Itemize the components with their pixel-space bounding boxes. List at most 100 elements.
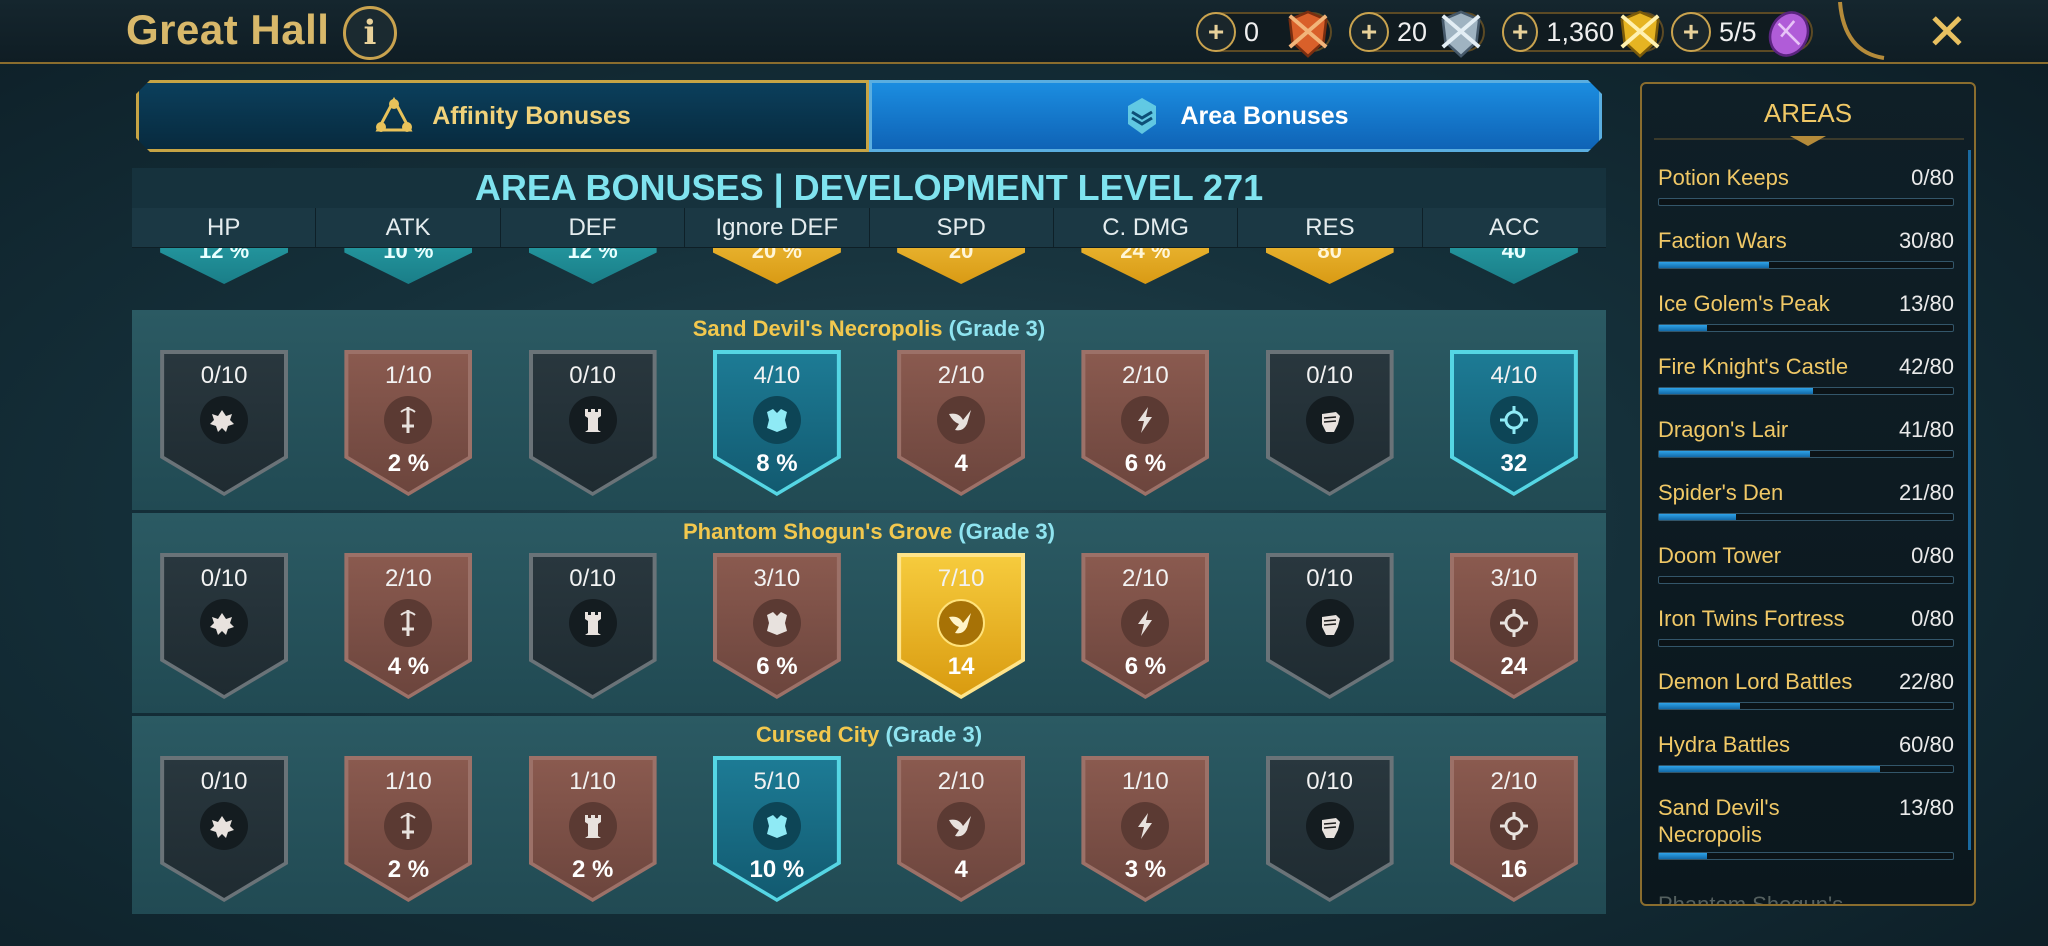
areas-panel: AREAS Potion Keeps 0/80 Faction Wars 30/80 I…: [1640, 82, 1976, 906]
area-list-item[interactable]: Potion Keeps 0/80: [1658, 164, 1954, 227]
page-title: Great Hall: [126, 6, 330, 53]
area-progress-bar: [1658, 387, 1954, 395]
bonus-level: 4/10: [753, 362, 801, 389]
area-list-item[interactable]: Spider's Den 21/80: [1658, 479, 1954, 542]
bonus-value: 16: [1500, 856, 1528, 883]
bonus-shield-button[interactable]: 0/10: [160, 553, 289, 699]
add-silver-shields-button[interactable]: +: [1349, 12, 1389, 52]
area-stack-icon: [1122, 96, 1162, 136]
bonus-shield-button[interactable]: 2/10 4 %: [344, 553, 473, 699]
bonus-shield-button[interactable]: 2/10 4: [897, 756, 1026, 902]
resource-orange-shields: + 0: [1196, 10, 1332, 58]
area-list-item[interactable]: Fire Knight's Castle 42/80: [1658, 353, 1954, 416]
section-title: Phantom Shogun's Grove (Grade 3): [132, 519, 1606, 545]
stat-column-headers: HP ATK DEF Ignore DEF SPD C. DMG RES ACC: [132, 208, 1606, 248]
area-list-item[interactable]: Iron Twins Fortress 0/80: [1658, 605, 1954, 668]
add-gold-shields-button[interactable]: +: [1502, 12, 1539, 52]
bonus-icon-badge: [568, 396, 617, 444]
bonus-shield-button[interactable]: 2/10 6 %: [1081, 553, 1210, 699]
bonus-cell: 0/10: [1238, 553, 1422, 703]
total-bonus-badge: 80: [1265, 248, 1394, 284]
bonus-shield-button[interactable]: 0/10: [1265, 756, 1394, 902]
spd-bird-icon: [949, 613, 972, 634]
bonus-icon-badge: [384, 396, 433, 444]
area-list-progress: 0/80: [1911, 606, 1954, 631]
bonus-level: 0/10: [569, 565, 616, 592]
bonus-shield-button[interactable]: 0/10: [160, 350, 289, 496]
bonus-shield-button[interactable]: 1/10 2 %: [344, 756, 473, 902]
bonus-cell: 2/10 4: [869, 350, 1053, 500]
column-header-res: RES: [1238, 208, 1423, 247]
bonus-cell: 0/10: [501, 553, 685, 703]
bonus-shield-button[interactable]: 2/10 4: [897, 350, 1026, 496]
total-bonus-row: 12 % 10 % 12 % 20 % 20 24 % 80 40: [132, 248, 1606, 288]
bonus-shield-button[interactable]: 1/10 2 %: [528, 756, 657, 902]
area-section-sand-devils-necropolis: Sand Devil's Necropolis (Grade 3) 0/10 1/…: [132, 310, 1606, 510]
bonus-shield-button[interactable]: 1/10 3 %: [1081, 756, 1210, 902]
bonus-cell: 4/10 8 %: [685, 350, 869, 500]
spd-bird-icon: [949, 816, 972, 837]
ignore-def-armor-icon: [766, 815, 787, 838]
bonus-level: 2/10: [937, 362, 985, 389]
bonus-cell: 0/10: [132, 553, 316, 703]
bonus-icon-badge: [1489, 396, 1538, 444]
total-bonus-badge: 40: [1449, 248, 1578, 284]
add-gems-button[interactable]: +: [1671, 12, 1711, 52]
bonus-value: 4: [954, 856, 968, 883]
bonus-icon-badge: [752, 396, 801, 444]
area-list-item[interactable]: Faction Wars 30/80: [1658, 227, 1954, 290]
bonus-icon-badge: [937, 396, 986, 444]
bonus-shield-button[interactable]: 0/10: [1265, 350, 1394, 496]
def-tower-icon: [584, 612, 601, 635]
area-list-progress: 13/80: [1898, 795, 1954, 820]
orange-shield-icon: [1288, 10, 1328, 58]
tab-affinity-bonuses[interactable]: Affinity Bonuses: [136, 80, 869, 152]
area-section-phantom-shoguns-grove: Phantom Shogun's Grove (Grade 3) 0/10 2/1…: [132, 513, 1606, 713]
area-progress-bar: [1658, 639, 1954, 647]
bonus-cell: 1/10 2 %: [316, 756, 500, 906]
bonus-shield-button[interactable]: 4/10 8 %: [712, 350, 841, 496]
area-list-item[interactable]: Demon Lord Battles 22/80: [1658, 668, 1954, 731]
total-bonus-badge: 12 %: [528, 248, 657, 284]
area-list-item[interactable]: Doom Tower 0/80: [1658, 542, 1954, 605]
bonus-shield-button[interactable]: 1/10 2 %: [344, 350, 473, 496]
bonus-icon-badge: [1489, 599, 1538, 647]
bonus-shield-button[interactable]: 4/10 32: [1449, 350, 1578, 496]
bonus-shield-button[interactable]: 2/10 16: [1449, 756, 1578, 902]
bonus-shield-button[interactable]: 5/10 10 %: [712, 756, 841, 902]
area-list-item[interactable]: Hydra Battles 60/80: [1658, 731, 1954, 794]
area-list-name: Doom Tower: [1658, 543, 1782, 568]
column-header-cdmg: C. DMG: [1054, 208, 1239, 247]
bonus-shield-button[interactable]: 3/10 24: [1449, 553, 1578, 699]
bonus-shield-button[interactable]: 0/10: [1265, 553, 1394, 699]
tab-area-bonuses[interactable]: Area Bonuses: [869, 80, 1602, 152]
info-icon[interactable]: i: [343, 6, 397, 60]
area-progress-bar: [1658, 324, 1954, 332]
bonus-icon-badge: [200, 396, 249, 444]
bonus-icon-badge: [1305, 599, 1354, 647]
area-list-item[interactable]: Dragon's Lair 41/80: [1658, 416, 1954, 479]
area-name: Sand Devil's Necropolis: [692, 316, 943, 341]
bonus-shield-button[interactable]: 0/10: [528, 350, 657, 496]
total-bonus-badge: 20: [897, 248, 1026, 284]
bonus-cell: 2/10 4: [869, 756, 1053, 906]
bonus-shield-button[interactable]: 0/10: [160, 756, 289, 902]
resource-silver-shields: + 20: [1349, 10, 1485, 58]
areas-scrollbar[interactable]: [1968, 150, 1971, 850]
bonus-shield-button[interactable]: 3/10 6 %: [712, 553, 841, 699]
bonus-level: 5/10: [753, 768, 801, 795]
bonus-value: 6 %: [756, 653, 798, 680]
bonus-icon-badge: [1121, 396, 1170, 444]
total-bonus-badge: 12 %: [160, 248, 289, 284]
bonus-shield-button[interactable]: 7/10 14: [897, 553, 1026, 699]
close-icon[interactable]: ✕: [1921, 4, 1973, 60]
bonus-shield-button[interactable]: 2/10 6 %: [1081, 350, 1210, 496]
add-orange-shields-button[interactable]: +: [1196, 12, 1236, 52]
area-list-item[interactable]: Sand Devil's Necropolis 13/80: [1658, 794, 1954, 880]
area-list-item[interactable]: Ice Golem's Peak 13/80: [1658, 290, 1954, 353]
bonus-shield-button[interactable]: 0/10: [528, 553, 657, 699]
resource-value: 0: [1244, 16, 1260, 47]
bonus-level: 2/10: [1122, 565, 1169, 592]
area-grade: (Grade 3): [958, 519, 1055, 544]
tab-label: Affinity Bonuses: [432, 101, 631, 130]
